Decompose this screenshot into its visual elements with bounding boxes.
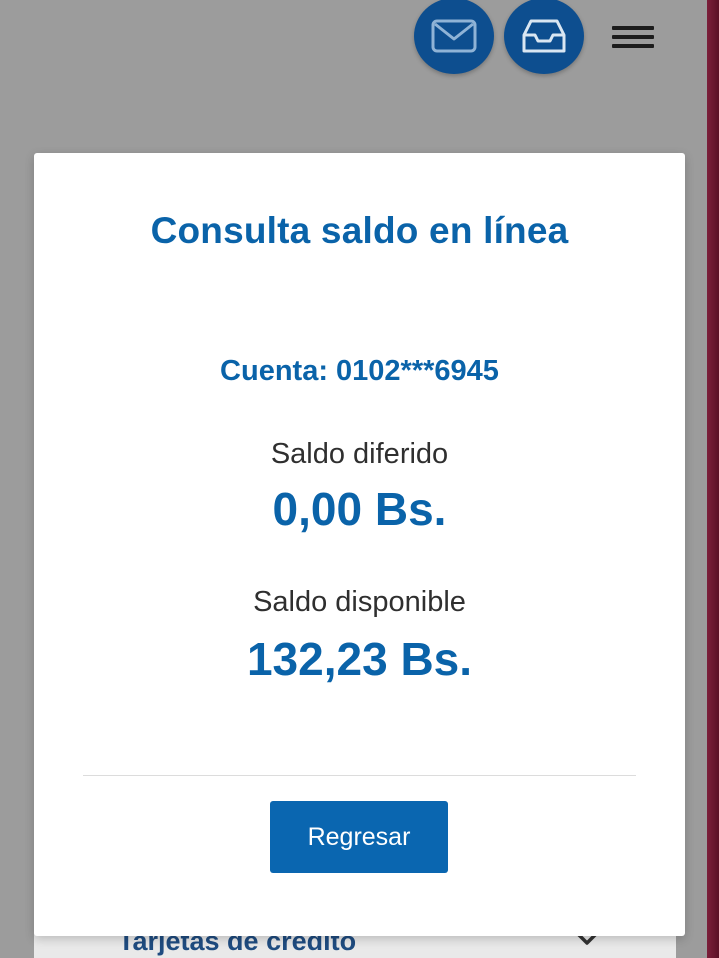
- divider: [83, 775, 636, 776]
- hamburger-line: [612, 26, 654, 30]
- deferred-balance-label: Saldo diferido: [270, 438, 449, 470]
- deferred-balance-value: 0,00 Bs.: [272, 483, 447, 535]
- modal-title: Consulta saldo en línea: [150, 210, 569, 251]
- hamburger-menu-icon[interactable]: [612, 22, 654, 52]
- hamburger-line: [612, 35, 654, 39]
- account-number: Cuenta: 0102***6945: [220, 355, 499, 387]
- screen: Tarjetas de crédito Consulta saldo en lí…: [0, 0, 719, 958]
- available-balance-value: 132,23 Bs.: [246, 633, 473, 685]
- hamburger-line: [612, 44, 654, 48]
- back-button[interactable]: Regresar: [270, 801, 448, 873]
- edge-strip: [707, 0, 719, 958]
- inbox-icon: [520, 17, 568, 55]
- inbox-button[interactable]: [504, 0, 584, 74]
- available-balance-label: Saldo disponible: [253, 586, 466, 618]
- messages-button[interactable]: [414, 0, 494, 74]
- mail-icon: [431, 18, 477, 54]
